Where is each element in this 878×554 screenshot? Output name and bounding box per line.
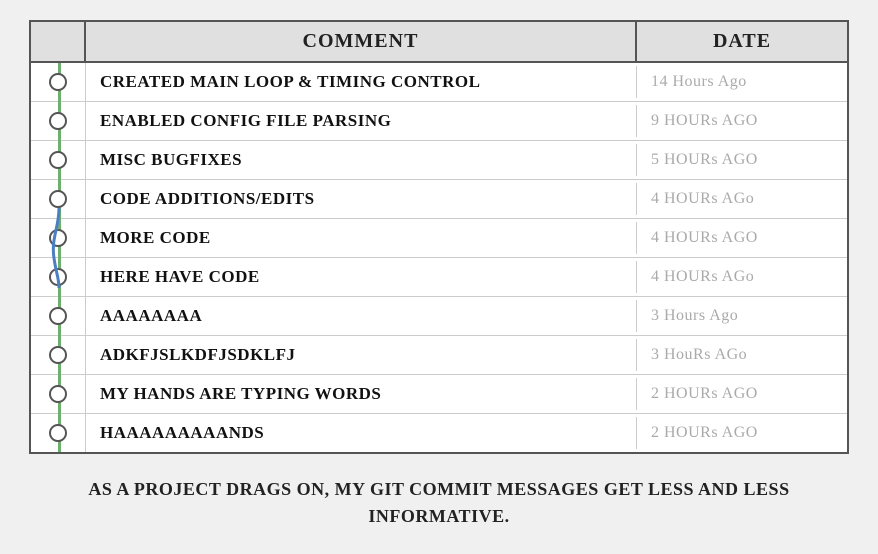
commit-circle [49,229,67,247]
row-comment: AAAAAAAA [86,300,637,332]
commit-circle [49,385,67,403]
row-date: 2 HOURs AGO [637,418,847,448]
row-date: 9 HOURs AGO [637,106,847,136]
table-body: CREATED MAIN LOOP & TIMING CONTROL 14 Ho… [31,63,847,452]
table-row: HERE HAVE CODE 4 HOURs AGo [31,258,847,297]
row-date: 3 Hours Ago [637,301,847,331]
commit-table: COMMENT DATE CREATED MAIN LOOP & TIMING … [29,20,849,454]
row-date: 4 HOURs AGo [637,262,847,292]
table-row: CREATED MAIN LOOP & TIMING CONTROL 14 Ho… [31,63,847,102]
table-row: AAAAAAAA 3 Hours Ago [31,297,847,336]
header-comment: COMMENT [86,22,637,61]
table-row: MISC BUGFIXES 5 HOURs AGO [31,141,847,180]
commit-circle [49,73,67,91]
header-icon-col [31,22,86,61]
commit-circle [49,346,67,364]
commit-circle [49,151,67,169]
table-row: MORE CODE 4 HOURs AGO [31,219,847,258]
commit-circle [49,268,67,286]
row-comment: CODE ADDITIONS/EDITS [86,183,637,215]
row-comment: ADKFJSLKDFJSDKLFJ [86,339,637,371]
row-comment: ENABLED CONFIG FILE PARSING [86,105,637,137]
row-date: 2 HOURs AGO [637,379,847,409]
row-comment: MISC BUGFIXES [86,144,637,176]
table-row: ENABLED CONFIG FILE PARSING 9 HOURs AGO [31,102,847,141]
row-comment: HAAAAAAAAANDS [86,417,637,449]
table-row: HAAAAAAAAANDS 2 HOURs AGO [31,414,847,452]
row-comment: HERE HAVE CODE [86,261,637,293]
row-date: 5 HOURs AGO [637,145,847,175]
main-container: COMMENT DATE CREATED MAIN LOOP & TIMING … [29,20,849,534]
commit-circle [49,307,67,325]
row-date: 4 HOURs AGo [637,184,847,214]
table-row: MY HANDS ARE TYPING WORDS 2 HOURs AGO [31,375,847,414]
header-date: DATE [637,22,847,61]
row-comment: MORE CODE [86,222,637,254]
table-header: COMMENT DATE [31,22,847,63]
caption: AS A PROJECT DRAGS ON, MY GIT COMMIT MES… [29,472,849,534]
table-row: ADKFJSLKDFJSDKLFJ 3 HouRs AGo [31,336,847,375]
row-comment: CREATED MAIN LOOP & TIMING CONTROL [86,66,637,98]
table-row: CODE ADDITIONS/EDITS 4 HOURs AGo [31,180,847,219]
commit-circle [49,424,67,442]
row-comment: MY HANDS ARE TYPING WORDS [86,378,637,410]
commit-circle [49,112,67,130]
row-date: 14 Hours Ago [637,67,847,97]
row-date: 4 HOURs AGO [637,223,847,253]
commit-circle [49,190,67,208]
row-date: 3 HouRs AGo [637,340,847,370]
